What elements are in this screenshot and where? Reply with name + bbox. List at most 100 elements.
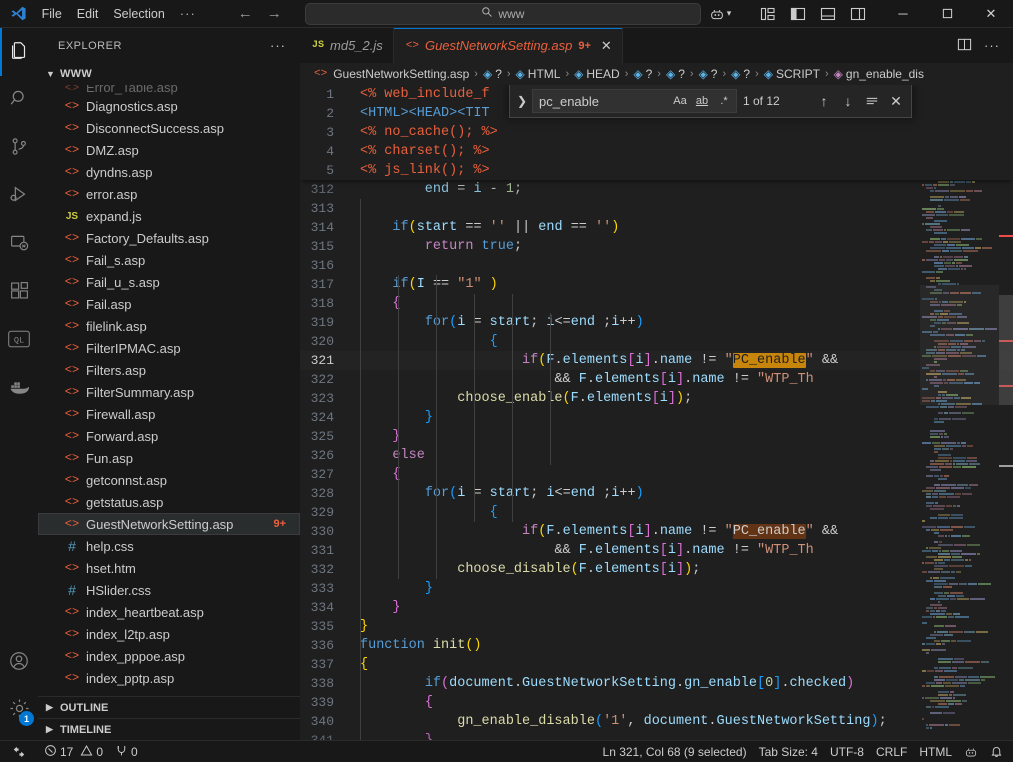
menu-file[interactable]: File xyxy=(42,7,62,21)
code-line[interactable]: 314 if(start == '' || end == '') xyxy=(300,218,1013,237)
list-item[interactable]: <> index_pptp.asp xyxy=(38,667,300,689)
match-case-icon[interactable]: Aa xyxy=(670,91,690,111)
code-line[interactable]: 315 return true; xyxy=(300,237,1013,256)
status-tab-size[interactable]: Tab Size: 4 xyxy=(753,741,824,762)
list-item[interactable]: <> Fail_u_s.asp xyxy=(38,271,300,293)
breadcrumb-item[interactable]: ◈? xyxy=(699,67,718,81)
close-icon[interactable]: ✕ xyxy=(601,38,612,54)
breadcrumb-item[interactable]: ◈ HTML xyxy=(516,67,561,81)
code-line[interactable]: 327 { xyxy=(300,465,1013,484)
list-item[interactable]: <> Error_Table.asp xyxy=(38,85,300,95)
find-input-wrapper[interactable]: pc_enable Aa ab .* xyxy=(532,89,737,113)
activity-item-settings[interactable]: 1 xyxy=(0,686,38,734)
code-line[interactable]: 331 && F.elements[i].name != "WTP_Th xyxy=(300,541,1013,560)
breadcrumb-item[interactable]: ◈? xyxy=(666,67,685,81)
code-line[interactable]: 312 end = i - 1; xyxy=(300,180,1013,199)
status-eol[interactable]: CRLF xyxy=(870,741,913,762)
list-item[interactable]: <> DisconnectSuccess.asp xyxy=(38,117,300,139)
list-item[interactable]: <> Fail_s.asp xyxy=(38,249,300,271)
breadcrumb-item[interactable]: ◈ gn_enable_dis xyxy=(834,67,924,81)
list-item[interactable]: <> GuestNetworkSetting.asp 9+ xyxy=(38,513,300,535)
code-line[interactable]: 339 { xyxy=(300,693,1013,712)
list-item[interactable]: <> index_pppoe.asp xyxy=(38,645,300,667)
code-line[interactable]: 3 <% no_cache(); %> xyxy=(300,123,1013,142)
close-button[interactable]: ✕ xyxy=(969,0,1013,28)
code-line[interactable]: 323 choose_enable(F.elements[i]); xyxy=(300,389,1013,408)
code-line[interactable]: 318 { xyxy=(300,294,1013,313)
breadcrumb-item[interactable]: ◈ SCRIPT xyxy=(764,67,820,81)
smiley-icon[interactable] xyxy=(958,741,984,762)
use-regex-icon[interactable]: .* xyxy=(714,91,734,111)
activity-item-docker[interactable] xyxy=(0,364,38,412)
code-line[interactable]: 337 { xyxy=(300,655,1013,674)
folder-section-www[interactable]: ▼ www xyxy=(38,63,300,85)
list-item[interactable]: <> Fail.asp xyxy=(38,293,300,315)
tab-guestnetworksetting-asp[interactable]: <> GuestNetworkSetting.asp 9+ ✕ xyxy=(393,28,623,63)
activity-item-search[interactable] xyxy=(0,76,38,124)
status-problems[interactable]: 17 0 xyxy=(38,741,109,762)
code-line[interactable]: 330 if(F.elements[i].name != "PC_enable"… xyxy=(300,522,1013,541)
find-input[interactable]: pc_enable xyxy=(539,92,670,111)
previous-match-icon[interactable]: ↑ xyxy=(813,90,835,112)
split-editor-icon[interactable] xyxy=(951,37,977,55)
scrollbar-thumb[interactable] xyxy=(999,295,1013,405)
list-item[interactable]: <> Firewall.asp xyxy=(38,403,300,425)
status-ports[interactable]: 0 xyxy=(109,741,144,762)
code-line[interactable]: 329 { xyxy=(300,503,1013,522)
list-item[interactable]: # HSlider.css xyxy=(38,579,300,601)
toggle-replace-icon[interactable]: ❯ xyxy=(512,92,532,111)
breadcrumb-item[interactable]: ◈? xyxy=(483,67,502,81)
list-item[interactable]: <> index_heartbeat.asp xyxy=(38,601,300,623)
list-item[interactable]: <> Diagnostics.asp xyxy=(38,95,300,117)
list-item[interactable]: <> Filters.asp xyxy=(38,359,300,381)
code-line[interactable]: 322 && F.elements[i].name != "WTP_Th xyxy=(300,370,1013,389)
breadcrumb-item[interactable]: ◈? xyxy=(633,67,652,81)
close-icon[interactable]: ✕ xyxy=(885,90,907,112)
code-line[interactable]: 316 xyxy=(300,256,1013,275)
whole-word-icon[interactable]: ab xyxy=(692,91,712,111)
code-line[interactable]: 326 else xyxy=(300,446,1013,465)
status-language-mode[interactable]: HTML xyxy=(913,741,958,762)
code-line[interactable]: 5 <% js_link(); %> xyxy=(300,161,1013,180)
code-line[interactable]: 338 if(document.GuestNetworkSetting.gn_e… xyxy=(300,674,1013,693)
minimap-slider[interactable] xyxy=(920,285,999,405)
list-item[interactable]: <> Forward.asp xyxy=(38,425,300,447)
code-line[interactable]: 324 } xyxy=(300,408,1013,427)
list-item[interactable]: JS expand.js xyxy=(38,205,300,227)
code-content[interactable]: 312 end = i - 1; 313 314 if(start == '' |… xyxy=(300,85,1013,740)
code-line[interactable]: 328 for(i = start; i<=end ;i++) xyxy=(300,484,1013,503)
command-center-search[interactable]: www xyxy=(304,2,701,25)
more-actions-icon[interactable]: ··· xyxy=(979,38,1005,53)
toggle-primary-sidebar-icon[interactable] xyxy=(783,0,813,28)
breadcrumb-item[interactable]: ◈ HEAD xyxy=(574,67,620,81)
activity-item-extensions[interactable] xyxy=(0,268,38,316)
activity-item-codeql[interactable]: QL xyxy=(0,316,38,364)
list-item[interactable]: <> error.asp xyxy=(38,183,300,205)
code-line[interactable]: 333 } xyxy=(300,579,1013,598)
list-item[interactable]: # help.css xyxy=(38,535,300,557)
code-line[interactable]: 317 if(I == "1" ) xyxy=(300,275,1013,294)
code-line[interactable]: 340 gn_enable_disable('1', document.Gues… xyxy=(300,712,1013,731)
code-line-current[interactable]: 321 if(F.elements[i].name != "PC_enable"… xyxy=(300,351,1013,370)
sidebar-more-actions[interactable]: ··· xyxy=(270,38,292,53)
list-item[interactable]: <> filelink.asp xyxy=(38,315,300,337)
activity-item-accounts[interactable] xyxy=(0,638,38,686)
list-item[interactable]: <> getconnst.asp xyxy=(38,469,300,491)
arrow-left-icon[interactable]: ← xyxy=(238,5,253,22)
arrow-right-icon[interactable]: → xyxy=(267,5,282,22)
breadcrumb[interactable]: <> GuestNetworkSetting.asp › ◈? › ◈ HTML › ◈ HEAD… xyxy=(300,63,1013,85)
code-line[interactable]: 336 function init() xyxy=(300,636,1013,655)
toggle-panel-icon[interactable] xyxy=(813,0,843,28)
activity-item-source-control[interactable] xyxy=(0,124,38,172)
tab-md5_2-js[interactable]: JS md5_2.js xyxy=(300,28,394,63)
breadcrumb-item[interactable]: <> GuestNetworkSetting.asp xyxy=(314,67,469,81)
code-line[interactable]: 334 } xyxy=(300,598,1013,617)
status-encoding[interactable]: UTF-8 xyxy=(824,741,870,762)
list-item[interactable]: <> DMZ.asp xyxy=(38,139,300,161)
activity-item-run-debug[interactable] xyxy=(0,172,38,220)
bell-icon[interactable] xyxy=(984,741,1013,762)
remote-explorer-icon[interactable]: ▾ xyxy=(701,0,739,28)
panel-outline[interactable]: ▶ OUTLINE xyxy=(38,696,300,718)
customize-layout-icon[interactable] xyxy=(753,0,783,28)
panel-timeline[interactable]: ▶ TIMELINE xyxy=(38,718,300,740)
